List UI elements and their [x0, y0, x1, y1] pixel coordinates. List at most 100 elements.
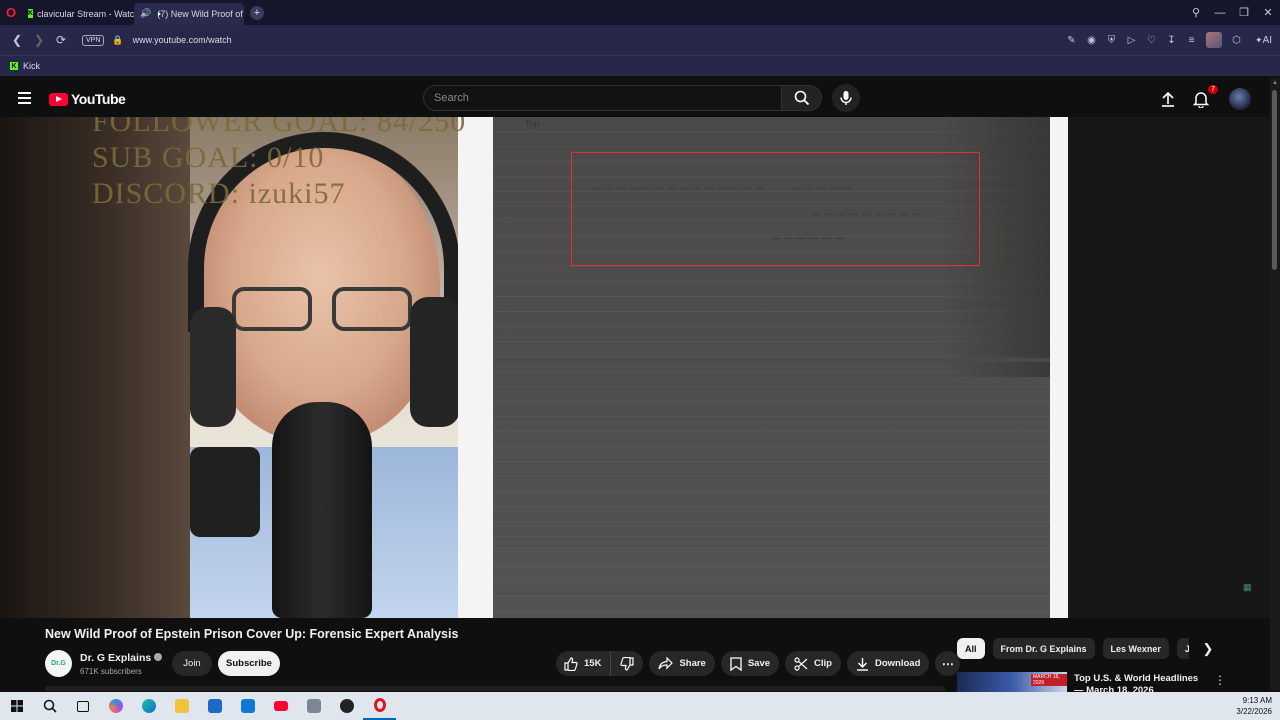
- stream-overlay-discord: DISCORD: izuki57: [92, 177, 346, 210]
- account-avatar[interactable]: [1229, 88, 1251, 110]
- handwriting-scribble: ~~~~~: [790, 179, 853, 197]
- youtube-play-logo-icon: [49, 92, 68, 106]
- header-actions: 7: [1158, 85, 1251, 110]
- system-clock[interactable]: 9:13 AM 3/22/2026: [1236, 695, 1272, 717]
- shield-icon[interactable]: ⛨: [1106, 35, 1117, 46]
- chip-all[interactable]: All: [957, 638, 985, 659]
- vpn-badge[interactable]: VPN: [82, 34, 105, 46]
- kick-favicon-icon: K: [28, 9, 34, 18]
- tab-clavicular-stream[interactable]: K clavicular Stream - Watch: [22, 3, 134, 25]
- youtube-header: YouTube 7: [0, 78, 1270, 118]
- like-dislike-group: 15K: [556, 651, 644, 676]
- youtube-logo[interactable]: YouTube: [49, 91, 126, 107]
- page-scrollbar[interactable]: ▲: [1270, 78, 1280, 690]
- create-upload-icon[interactable]: [1158, 89, 1178, 109]
- chevron-right-icon[interactable]: ❯: [1200, 641, 1216, 657]
- recommended-video-thumbnail[interactable]: MARCH 18, 2026: [957, 672, 1067, 692]
- document-top-label: Top: [525, 119, 540, 129]
- taskbar-search-icon[interactable]: [33, 692, 66, 720]
- url-field[interactable]: www.youtube.com/watch: [133, 35, 232, 45]
- recommendation-filter-chips: All From Dr. G Explains Les Wexner Jeffr…: [957, 638, 1189, 659]
- heart-icon[interactable]: ♡: [1146, 35, 1157, 46]
- download-icon[interactable]: ↧: [1166, 35, 1177, 46]
- clock-time: 9:13 AM: [1242, 696, 1272, 705]
- bookmark-kick[interactable]: Kick: [23, 61, 40, 71]
- speaker-icon[interactable]: 🔊: [140, 8, 151, 19]
- subscribe-button[interactable]: Subscribe: [218, 651, 280, 676]
- video-frame-background: [1068, 117, 1270, 618]
- hamburger-menu-icon[interactable]: [18, 92, 31, 107]
- extensions-icon[interactable]: ⬡: [1231, 35, 1242, 46]
- opera-gx-icon[interactable]: [363, 692, 396, 720]
- browser-titlebar: O K clavicular Stream - Watch 🔊 (7) New …: [0, 0, 1280, 25]
- webcam-microphone: [272, 402, 372, 618]
- verified-icon: [154, 653, 163, 661]
- video-actions: 15K Share Save Clip Download ⋯: [556, 651, 961, 676]
- address-bar-tools: ✎ ◉ ⛨ ▷ ♡ ↧ ≡ ⬡ ✦AI: [1066, 25, 1272, 55]
- voice-search-button[interactable]: [832, 84, 860, 112]
- youtube-logo-text: YouTube: [71, 91, 126, 107]
- app-window-icon[interactable]: [297, 692, 330, 720]
- profile-avatar[interactable]: [1206, 32, 1222, 48]
- join-button[interactable]: Join: [172, 651, 212, 676]
- camera-icon[interactable]: ◉: [1086, 35, 1097, 46]
- file-explorer-icon[interactable]: [165, 692, 198, 720]
- opera-menu-icon[interactable]: O: [0, 0, 22, 25]
- search-input[interactable]: [434, 92, 781, 104]
- webcam-headphone-cup: [410, 297, 460, 427]
- like-button[interactable]: 15K: [556, 651, 612, 676]
- share-icon: [658, 657, 674, 670]
- save-label: Save: [747, 658, 771, 669]
- chip-les-wexner[interactable]: Les Wexner: [1102, 638, 1169, 659]
- save-button[interactable]: Save: [720, 651, 780, 676]
- thumbs-up-icon: [564, 656, 578, 671]
- scissors-icon: [794, 656, 808, 671]
- task-view-icon[interactable]: [66, 692, 99, 720]
- video-title: New Wild Proof of Epstein Prison Cover U…: [45, 627, 459, 641]
- video-player[interactable]: Top ~~~~~~~~~~~~~~ ~~~~~ ~~~~~~~~~ ~~~~~…: [0, 117, 1270, 618]
- microsoft-store-icon[interactable]: [198, 692, 231, 720]
- lock-icon[interactable]: 🔒: [112, 35, 123, 46]
- obs-studio-icon[interactable]: [330, 692, 363, 720]
- scroll-up-icon[interactable]: ▲: [1272, 80, 1278, 86]
- minimize-button[interactable]: —: [1208, 7, 1232, 19]
- scrollbar-thumb[interactable]: [1272, 90, 1277, 270]
- play-icon[interactable]: ▷: [1126, 35, 1137, 46]
- close-button[interactable]: ✕: [1256, 6, 1280, 19]
- chip-from-channel[interactable]: From Dr. G Explains: [992, 638, 1095, 659]
- maximize-button[interactable]: ❐: [1232, 6, 1256, 19]
- subscriber-count: 671K subscribers: [80, 667, 142, 676]
- ai-button[interactable]: ✦AI: [1251, 35, 1272, 46]
- address-bar: ❮ ❯ ⟳ VPN 🔒 www.youtube.com/watch ✎ ◉ ⛨ …: [0, 25, 1280, 55]
- search-button[interactable]: [781, 85, 822, 111]
- clip-button[interactable]: Clip: [785, 651, 841, 676]
- download-button[interactable]: Download: [846, 651, 930, 676]
- back-button[interactable]: ❮: [6, 33, 28, 47]
- outlook-mail-icon[interactable]: [231, 692, 264, 720]
- youtube-app-icon[interactable]: [264, 692, 297, 720]
- forward-button[interactable]: ❯: [28, 33, 50, 47]
- reload-button[interactable]: ⟳: [50, 33, 72, 47]
- notifications-bell-icon[interactable]: 7: [1191, 85, 1218, 109]
- channel-avatar[interactable]: Dr.G: [45, 650, 72, 677]
- copilot-icon[interactable]: [99, 692, 132, 720]
- microphone-icon: [840, 91, 852, 105]
- handwriting-scribble: ~~~~~~: [770, 229, 846, 247]
- edit-icon[interactable]: ✎: [1066, 35, 1077, 46]
- new-tab-button[interactable]: +: [250, 5, 264, 20]
- tab-search-icon[interactable]: ⚲: [1184, 6, 1208, 19]
- dislike-button[interactable]: [611, 651, 643, 676]
- thumbs-down-icon: [620, 656, 635, 671]
- kebab-menu-icon[interactable]: ⋮: [1214, 673, 1226, 687]
- share-button[interactable]: Share: [649, 651, 715, 676]
- document-fold-line: [493, 358, 1050, 362]
- channel-name: Dr. G Explains: [80, 652, 152, 664]
- recommended-video-title[interactable]: Top U.S. & World Headlines — March 18, 2…: [1074, 673, 1209, 692]
- chip-jeffrey[interactable]: Jeffrey: [1176, 638, 1189, 659]
- windows-start-icon[interactable]: [0, 692, 33, 720]
- notification-count-badge: 7: [1208, 85, 1218, 94]
- edge-browser-icon[interactable]: [132, 692, 165, 720]
- channel-name-link[interactable]: Dr. G Explains: [80, 652, 163, 664]
- tab-youtube-video[interactable]: 🔊 (7) New Wild Proof of: [134, 2, 244, 25]
- menu-icon[interactable]: ≡: [1186, 35, 1197, 46]
